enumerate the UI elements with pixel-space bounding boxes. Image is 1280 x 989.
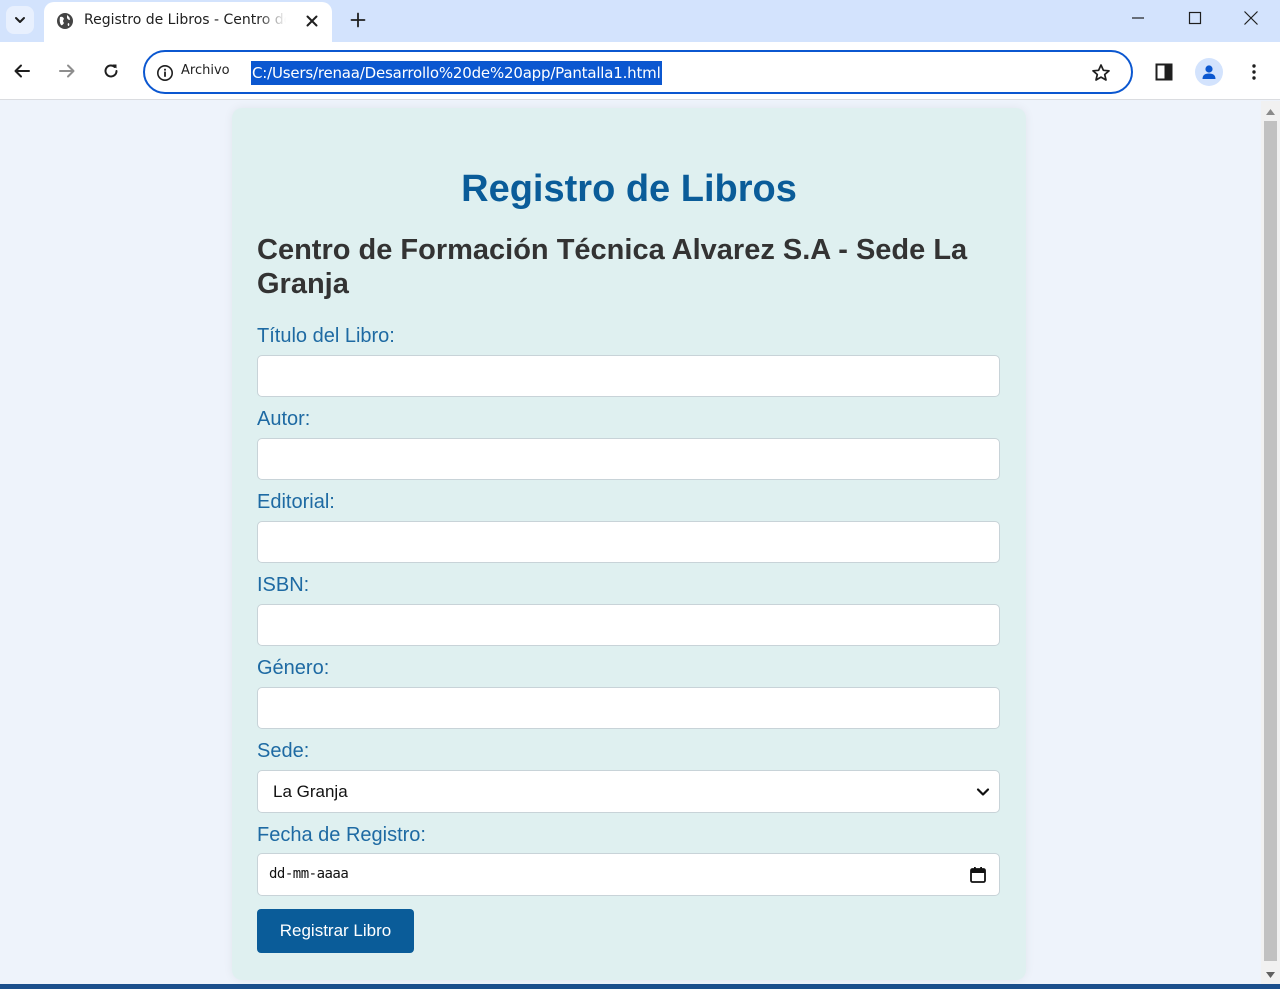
bookmark-button[interactable] [1089,61,1113,85]
chevron-down-icon [976,788,990,796]
scroll-thumb[interactable] [1264,121,1277,961]
tab-strip: Registro de Libros - Centro de Formación… [0,0,1280,42]
forward-button[interactable] [51,55,83,87]
scroll-down-button[interactable] [1261,968,1280,982]
person-icon [1202,65,1216,79]
autor-label: Autor: [257,408,311,430]
close-window-button[interactable] [1223,0,1279,36]
close-icon [1244,11,1258,25]
minimize-button[interactable] [1110,0,1166,36]
back-button[interactable] [6,55,38,87]
fecha-input[interactable]: dd-mm-aaaa [257,853,1000,896]
plus-icon [350,12,366,28]
side-panel-button[interactable] [1150,58,1178,86]
new-tab-button[interactable] [344,6,372,34]
fecha-placeholder: dd-mm-aaaa [269,866,349,882]
globe-icon [57,13,73,29]
side-panel-icon [1155,63,1173,81]
origin-chip[interactable]: Archivo [181,63,230,78]
more-vertical-icon [1252,64,1256,80]
browser-toolbar: Archivo C:/Users/renaa/Desarrollo%20de%2… [0,42,1280,100]
browser-tab[interactable]: Registro de Libros - Centro de Formación… [44,2,332,42]
tab-title: Registro de Libros - Centro de Formación… [84,12,286,28]
titulo-input[interactable] [257,355,1000,397]
triangle-down-icon [1266,972,1275,978]
arrow-left-icon [14,64,30,78]
close-icon [306,15,318,27]
sede-select[interactable]: La Granja [257,770,1000,813]
sede-label: Sede: [257,740,310,762]
editorial-input[interactable] [257,521,1000,563]
page-viewport: Registro de Libros Centro de Formación T… [0,101,1261,984]
star-icon [1092,64,1110,81]
maximize-icon [1188,11,1202,25]
url-text[interactable]: C:/Users/renaa/Desarrollo%20de%20app/Pan… [251,61,662,85]
info-icon[interactable] [156,64,174,82]
arrow-right-icon [59,64,75,78]
registrar-libro-button[interactable]: Registrar Libro [257,909,414,953]
taskbar-edge [0,984,1280,989]
profile-button[interactable] [1195,58,1223,86]
sede-selected-value: La Granja [273,782,348,801]
autor-input[interactable] [257,438,1000,480]
minimize-icon [1132,17,1144,19]
titulo-label: Título del Libro: [257,325,395,347]
page-scrollbar[interactable] [1261,101,1280,984]
address-bar[interactable]: Archivo C:/Users/renaa/Desarrollo%20de%2… [143,50,1133,94]
tab-search-button[interactable] [6,6,34,34]
tab-close-button[interactable] [300,9,324,33]
genero-label: Género: [257,657,330,679]
maximize-button[interactable] [1167,0,1223,36]
genero-input[interactable] [257,687,1000,729]
fecha-label: Fecha de Registro: [257,824,426,846]
editorial-label: Editorial: [257,491,335,513]
browser-menu-button[interactable] [1240,58,1268,86]
isbn-input[interactable] [257,604,1000,646]
scroll-up-button[interactable] [1261,105,1280,119]
reload-button[interactable] [95,55,127,87]
reload-icon [104,64,118,78]
isbn-label: ISBN: [257,574,310,596]
page-subtitle: Centro de Formación Técnica Alvarez S.A … [257,234,968,300]
calendar-icon[interactable] [969,866,987,884]
chevron-down-icon [15,17,25,23]
triangle-up-icon [1266,109,1275,115]
form-card: Registro de Libros Centro de Formación T… [232,108,1026,980]
page-title: Registro de Libros [461,168,797,210]
